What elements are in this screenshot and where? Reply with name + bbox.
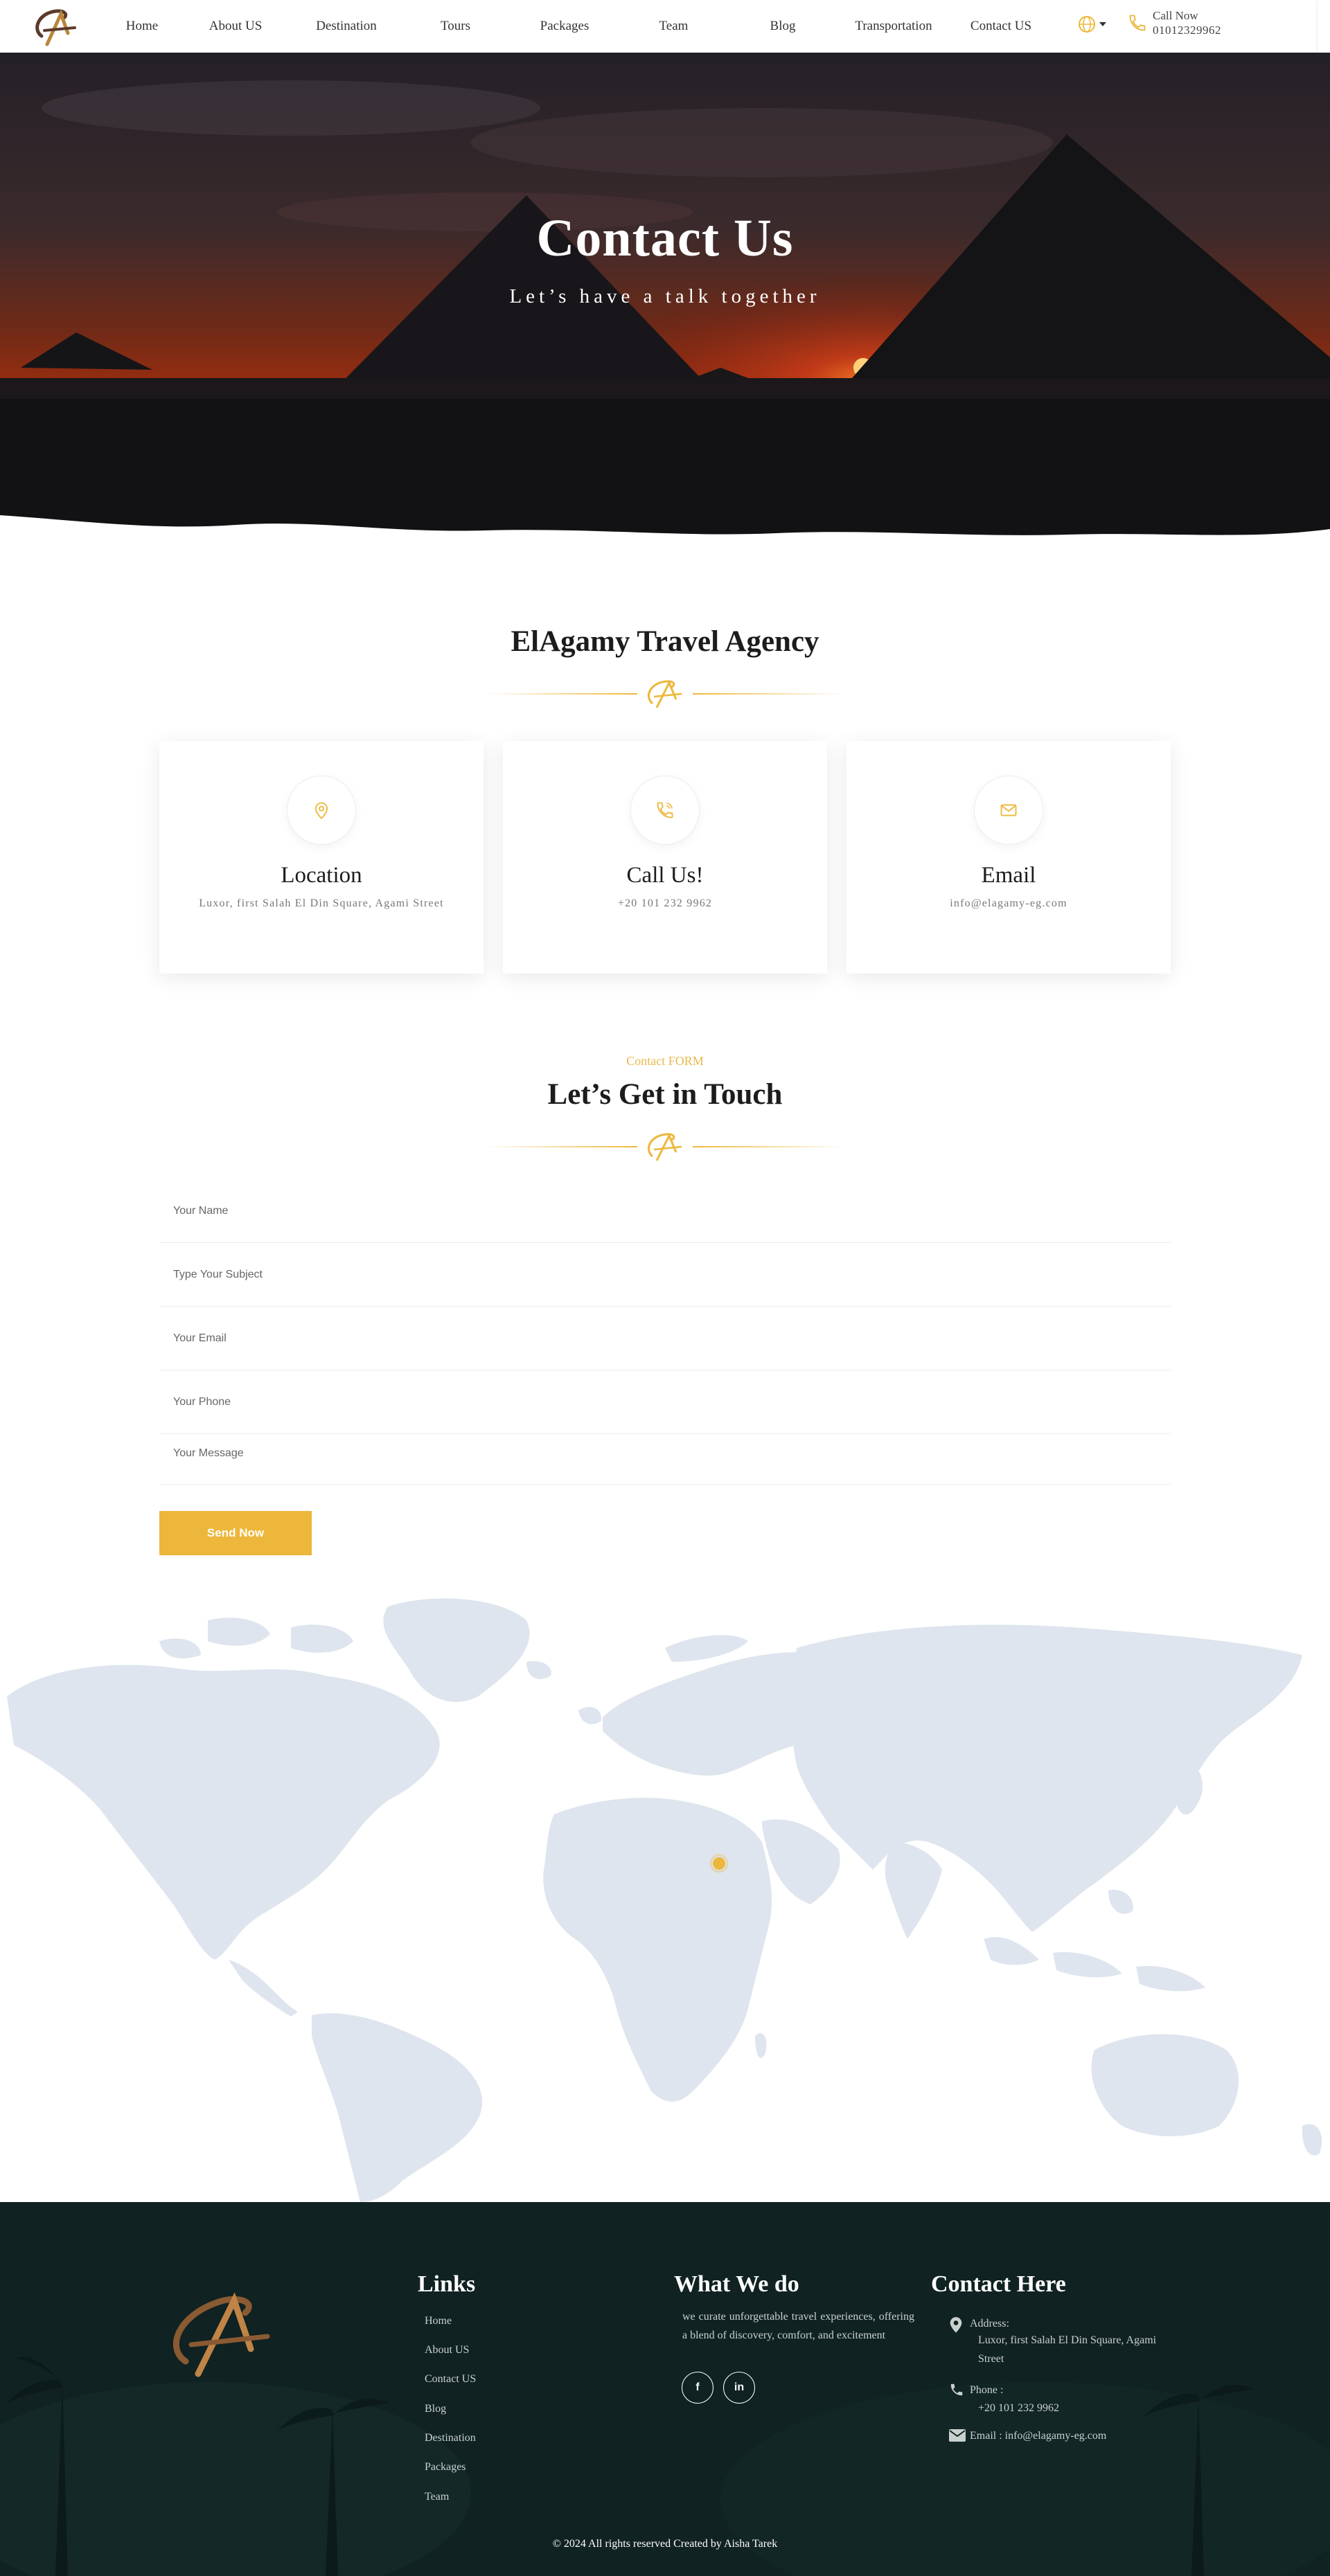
name-field-wrap: [159, 1180, 1171, 1243]
call-card: Call Us! +20 101 232 9962: [503, 741, 827, 974]
footer-links-title: Links: [418, 2271, 476, 2297]
brand-logo[interactable]: [26, 6, 82, 48]
email-card: Email info@elagamy-eg.com: [846, 741, 1171, 974]
site-footer: Links Home About US Contact US Blog Dest…: [0, 2202, 1330, 2576]
footer-phone-label: Phone :: [970, 2384, 1004, 2396]
email-field-wrap: [159, 1307, 1171, 1370]
envelope-icon: [949, 2429, 966, 2442]
phone-icon: [1129, 15, 1146, 31]
globe-icon: [1079, 16, 1095, 33]
email-input[interactable]: [159, 1307, 1171, 1370]
footer-email-line[interactable]: Email : info@elagamy-eg.com: [970, 2426, 1106, 2445]
hero-subtitle: Let’s have a talk together: [509, 285, 821, 307]
nav-packages[interactable]: Packages: [509, 19, 620, 34]
email-icon-circle: [974, 776, 1043, 845]
footer-link-home[interactable]: Home: [425, 2315, 452, 2327]
call-number[interactable]: 01012329962: [1153, 23, 1221, 37]
nav-transportation[interactable]: Transportation: [838, 19, 949, 34]
title-divider-ornament: [485, 680, 845, 708]
nav-destination[interactable]: Destination: [291, 19, 402, 34]
linkedin-icon[interactable]: in: [723, 2372, 755, 2404]
envelope-icon: [1000, 804, 1017, 816]
footer-link-packages[interactable]: Packages: [425, 2461, 466, 2474]
card-value[interactable]: +20 101 232 9962: [503, 897, 827, 910]
message-textarea[interactable]: [159, 1428, 1171, 1483]
footer-address-value: Luxor, first Salah El Din Square, Agami …: [978, 2334, 1157, 2365]
footer-link-about[interactable]: About US: [425, 2344, 469, 2356]
nav-about[interactable]: About US: [180, 19, 291, 34]
call-label: Call Now: [1153, 9, 1198, 22]
title-divider-ornament: [485, 1133, 845, 1161]
footer-link-destination[interactable]: Destination: [425, 2432, 476, 2444]
hero-content: Contact Us Let’s have a talk together: [0, 208, 1330, 308]
footer-phone-value[interactable]: +20 101 232 9962: [978, 2399, 1059, 2417]
language-selector[interactable]: [1078, 15, 1107, 33]
hero-banner: Contact Us Let’s have a talk together: [0, 53, 1330, 551]
nav-home[interactable]: Home: [104, 19, 180, 34]
call-icon-circle: [630, 776, 700, 845]
location-pin-icon: [314, 802, 328, 819]
send-now-button[interactable]: Send Now: [159, 1511, 312, 1555]
location-pin-icon: [950, 2317, 962, 2333]
call-now-block[interactable]: Call Now 01012329962: [1128, 8, 1221, 38]
subject-input[interactable]: [159, 1244, 1171, 1306]
message-field-wrap: [159, 1428, 1171, 1485]
card-value[interactable]: info@elagamy-eg.com: [846, 897, 1171, 910]
phone-icon: [950, 2383, 963, 2396]
form-kicker: Contact FORM: [626, 1054, 704, 1068]
nav-team[interactable]: Team: [620, 19, 727, 34]
jungle-background-image: [0, 2202, 1330, 2576]
card-title: Location: [281, 863, 362, 888]
footer-link-blog[interactable]: Blog: [425, 2403, 446, 2415]
nav-blog[interactable]: Blog: [727, 19, 838, 34]
footer-brand-logo[interactable]: [158, 2285, 276, 2382]
phone-input[interactable]: [159, 1371, 1171, 1433]
footer-link-contact[interactable]: Contact US: [425, 2373, 476, 2386]
main-nav: Home About US Destination Tours Packages…: [104, 0, 1053, 53]
card-title: Call Us!: [626, 863, 704, 888]
card-value: Luxor, first Salah El Din Square, Agami …: [199, 897, 444, 909]
phone-field-wrap: [159, 1371, 1171, 1434]
card-title: Email: [981, 863, 1036, 888]
location-marker[interactable]: [713, 1857, 725, 1870]
footer-what-text: we curate unforgettable travel experienc…: [682, 2311, 914, 2342]
top-navbar: Home About US Destination Tours Packages…: [0, 0, 1316, 53]
footer-contact-title: Contact Here: [931, 2271, 1066, 2297]
footer-link-team[interactable]: Team: [425, 2491, 449, 2503]
facebook-icon[interactable]: f: [682, 2372, 713, 2404]
footer-what-title: What We do: [674, 2271, 799, 2297]
agency-title: ElAgamy Travel Agency: [511, 625, 819, 658]
world-map: [7, 1598, 1322, 2202]
subject-field-wrap: [159, 1244, 1171, 1307]
nav-tours[interactable]: Tours: [402, 19, 509, 34]
location-card: Location Luxor, first Salah El Din Squar…: [159, 741, 484, 974]
copyright-text: © 2024 All rights reserved Created by Ai…: [552, 2538, 778, 2550]
phone-icon: [657, 802, 673, 819]
location-icon-circle: [287, 776, 356, 845]
caret-down-icon: [1099, 22, 1106, 26]
hero-title: Contact Us: [536, 209, 794, 267]
form-title: Let’s Get in Touch: [547, 1078, 783, 1111]
nav-contact[interactable]: Contact US: [949, 19, 1053, 34]
name-input[interactable]: [159, 1180, 1171, 1242]
